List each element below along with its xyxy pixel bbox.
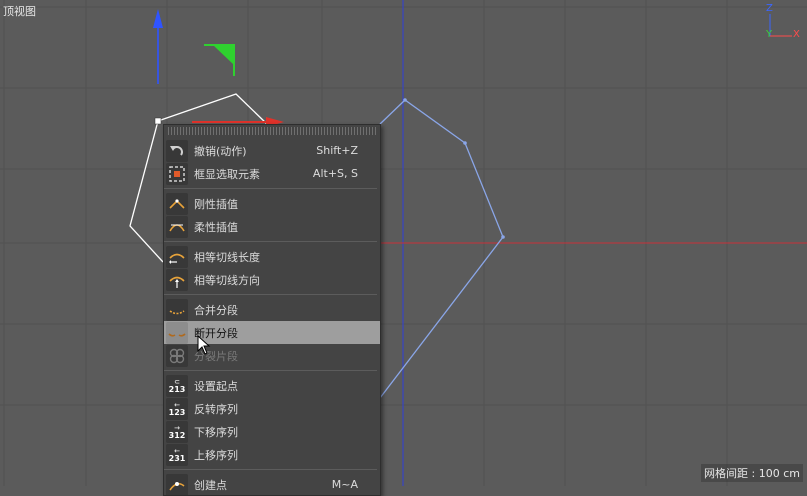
menu-separator — [164, 241, 377, 242]
menu-item-label: 刚性插值 — [194, 197, 238, 211]
menu-item-label: 反转序列 — [194, 402, 238, 416]
menu-item-label: 断开分段 — [194, 326, 238, 340]
top-view-viewport[interactable]: 顶视图 Z Y X 网格间距 : 100 cm — [0, 0, 807, 486]
selected-point-handle[interactable] — [154, 117, 162, 125]
menu-item-equal-tangent-length[interactable]: 相等切线长度 — [164, 245, 380, 268]
menu-item-label: 柔性插值 — [194, 220, 238, 234]
explode-segments-icon — [166, 344, 188, 367]
menu-tear-off-handle[interactable] — [168, 127, 376, 135]
frame-selected-icon — [166, 162, 188, 185]
hard-interpolation-icon — [166, 192, 188, 215]
menu-item-label: 撤销(动作) — [194, 144, 247, 158]
menu-item-label: 下移序列 — [194, 425, 238, 439]
menu-item-frame-selected[interactable]: 框显选取元素 Alt+S, S — [164, 162, 380, 185]
selected-spline[interactable] — [157, 93, 269, 126]
menu-item-shortcut: Shift+Z — [316, 144, 358, 157]
orientation-y-label: Y — [766, 29, 773, 40]
menu-item-move-down-sequence[interactable]: → 312 下移序列 — [164, 420, 380, 443]
orientation-x-label: X — [793, 29, 800, 40]
menu-separator — [164, 370, 377, 371]
menu-item-reverse-sequence[interactable]: ← 123 反转序列 — [164, 397, 380, 420]
icon-sequence-number: 312 — [168, 430, 186, 440]
icon-sequence-number: 213 — [168, 384, 186, 394]
menu-item-set-first-point[interactable]: ⊂ 213 设置起点 — [164, 374, 380, 397]
menu-item-join-segment[interactable]: 合并分段 — [164, 298, 380, 321]
menu-item-label: 分裂片段 — [194, 349, 238, 363]
move-up-sequence-icon: ← 231 — [166, 443, 188, 466]
menu-separator — [164, 469, 377, 470]
gizmo-z-arrow-icon[interactable] — [153, 9, 163, 28]
equal-tangent-direction-icon — [166, 268, 188, 291]
menu-item-equal-tangent-direction[interactable]: 相等切线方向 — [164, 268, 380, 291]
icon-sequence-number: 231 — [168, 453, 186, 463]
menu-item-label: 相等切线方向 — [194, 273, 260, 287]
spline-point[interactable] — [463, 141, 467, 145]
move-down-sequence-icon: → 312 — [166, 420, 188, 443]
gizmo-plane-fill[interactable] — [214, 46, 233, 64]
icon-sequence-number: 123 — [168, 407, 186, 417]
menu-item-label: 上移序列 — [194, 448, 238, 462]
spline-point[interactable] — [403, 98, 407, 102]
soft-interpolation-icon — [166, 215, 188, 238]
menu-item-label: 设置起点 — [194, 379, 238, 393]
viewport-canvas — [0, 0, 807, 486]
spline-right[interactable] — [379, 99, 504, 399]
equal-tangent-length-icon — [166, 245, 188, 268]
menu-item-label: 相等切线长度 — [194, 250, 260, 264]
set-first-point-icon: ⊂ 213 — [166, 374, 188, 397]
spline-point[interactable] — [501, 235, 505, 239]
create-point-icon — [166, 473, 188, 495]
reverse-sequence-icon: ← 123 — [166, 397, 188, 420]
menu-item-move-up-sequence[interactable]: ← 231 上移序列 — [164, 443, 380, 466]
grid-spacing-info: 网格间距 : 100 cm — [701, 464, 803, 482]
viewport-title: 顶视图 — [3, 5, 36, 18]
menu-item-label: 合并分段 — [194, 303, 238, 317]
menu-separator — [164, 294, 377, 295]
join-segment-icon — [166, 298, 188, 321]
menu-item-label: 框显选取元素 — [194, 167, 260, 181]
orientation-z-label: Z — [766, 3, 773, 14]
menu-item-undo[interactable]: 撤销(动作) Shift+Z — [164, 139, 380, 162]
undo-icon — [166, 139, 188, 162]
menu-item-shortcut: M~A — [331, 478, 358, 491]
break-segment-icon — [166, 321, 188, 344]
menu-item-create-point[interactable]: 创建点 M~A — [164, 473, 380, 495]
context-menu[interactable]: 撤销(动作) Shift+Z 框显选取元素 Alt+S, S 刚性插值 柔性插值… — [163, 124, 381, 496]
menu-separator — [164, 188, 377, 189]
menu-item-label: 创建点 — [194, 478, 227, 492]
selected-spline-left[interactable] — [129, 120, 164, 263]
menu-item-shortcut: Alt+S, S — [312, 167, 358, 180]
menu-item-hard-interpolation[interactable]: 刚性插值 — [164, 192, 380, 215]
mouse-cursor-icon — [197, 335, 211, 355]
menu-item-soft-interpolation[interactable]: 柔性插值 — [164, 215, 380, 238]
